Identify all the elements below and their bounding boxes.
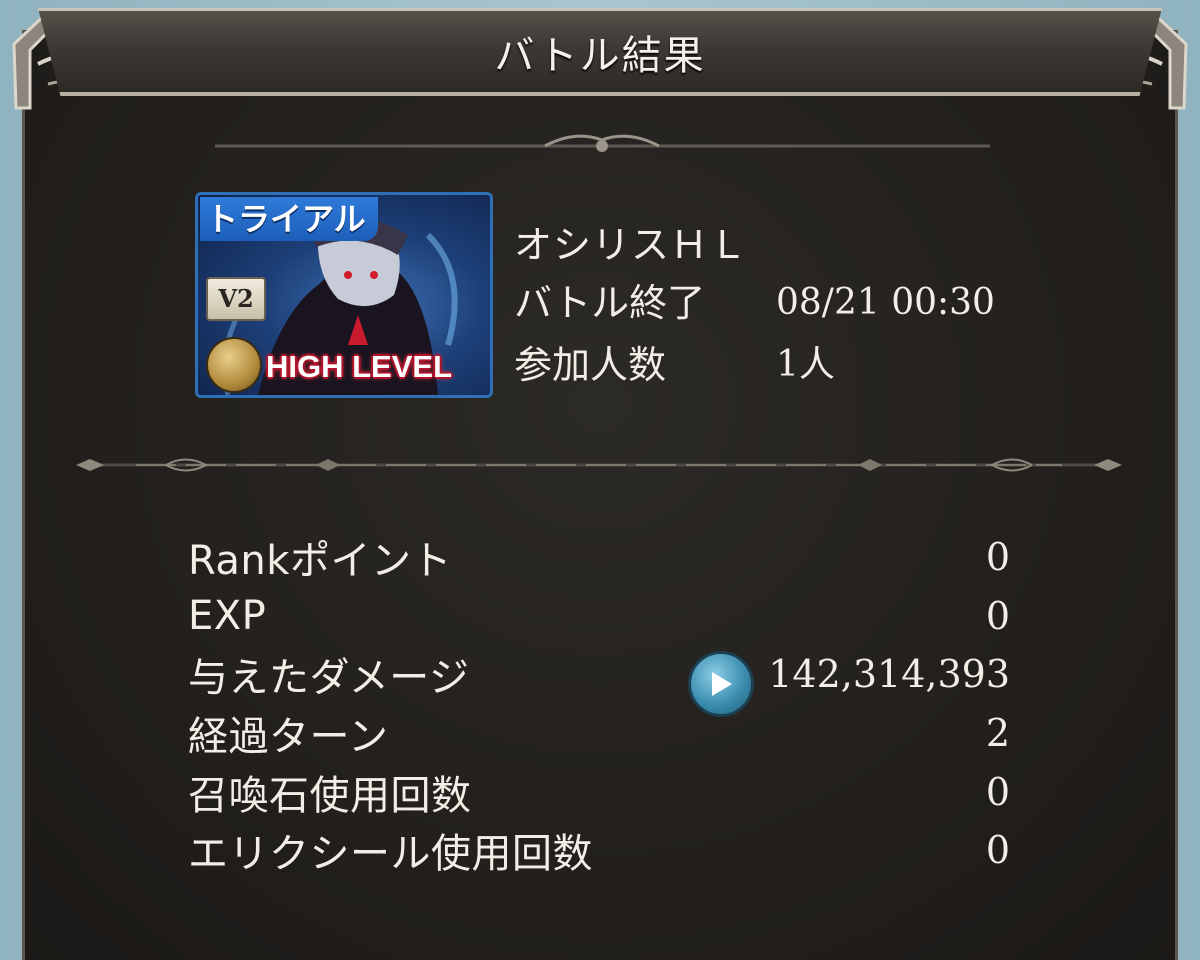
participants-value: 1人 bbox=[776, 344, 835, 385]
stat-label: エリクシール使用回数 bbox=[188, 831, 593, 878]
trial-tag: トライアル bbox=[200, 197, 378, 241]
version-badge: V2 bbox=[206, 277, 266, 321]
play-icon bbox=[712, 672, 732, 697]
participants-row: 参加人数 1人 bbox=[514, 334, 995, 396]
battle-end-time: 08/21 00:30 bbox=[776, 282, 995, 323]
stat-value: 142,314,393 bbox=[768, 652, 1010, 697]
stat-value: 0 bbox=[985, 769, 1010, 814]
stat-label: EXP bbox=[188, 592, 267, 639]
stat-value: 2 bbox=[985, 711, 1010, 756]
stat-elixir-uses: エリクシール使用回数 0 bbox=[188, 821, 1010, 880]
stats-list: Rankポイント 0 EXP 0 与えたダメージ 142,314,393 経過タ… bbox=[188, 528, 1010, 880]
stat-summon-uses: 召喚石使用回数 0 bbox=[188, 762, 1010, 821]
stat-value: 0 bbox=[985, 828, 1010, 873]
stat-rank-points: Rankポイント 0 bbox=[188, 528, 1010, 587]
page-title: バトル結果 bbox=[494, 32, 706, 79]
battle-end-row: バトル終了 08/21 00:30 bbox=[514, 272, 995, 334]
title-bar: バトル結果 bbox=[38, 8, 1162, 96]
stat-label: 与えたダメージ bbox=[188, 655, 470, 702]
stat-label: 経過ターン bbox=[188, 714, 389, 761]
ornament-divider-middle bbox=[76, 458, 1122, 472]
participants-label: 参加人数 bbox=[514, 343, 667, 387]
stat-value: 0 bbox=[985, 593, 1010, 638]
battle-end-label: バトル終了 bbox=[514, 281, 706, 325]
high-level-label: HIGH LEVEL bbox=[266, 349, 453, 384]
stat-value: 0 bbox=[985, 535, 1010, 580]
star-emblem-icon bbox=[206, 337, 262, 393]
stat-damage: 与えたダメージ 142,314,393 bbox=[188, 645, 1010, 718]
stat-turns: 経過ターン 2 bbox=[188, 704, 1010, 763]
quest-name: オシリスＨＬ bbox=[514, 223, 749, 267]
stat-label: 召喚石使用回数 bbox=[188, 772, 472, 819]
stat-exp: EXP 0 bbox=[188, 587, 1010, 646]
quest-info: オシリスＨＬ バトル終了 08/21 00:30 参加人数 1人 bbox=[514, 218, 995, 396]
quest-banner: トライアル V2 HIGH LEVEL bbox=[195, 192, 493, 398]
stat-label: Rankポイント bbox=[188, 538, 452, 585]
ornament-divider-top bbox=[215, 134, 990, 152]
